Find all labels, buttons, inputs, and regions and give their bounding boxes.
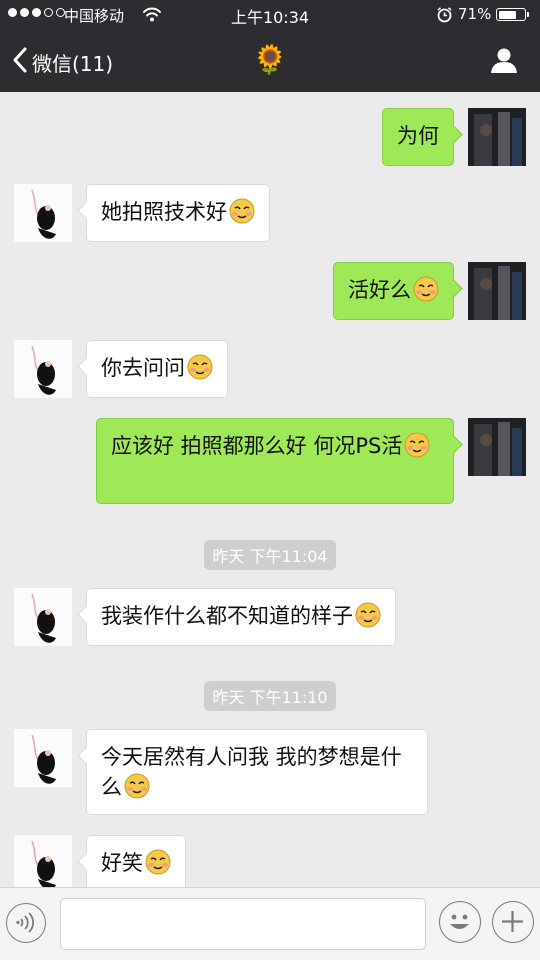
message-text: 你去问问 — [101, 356, 185, 380]
person-icon[interactable] — [490, 46, 518, 78]
message-text: 活好么 — [348, 278, 411, 302]
message-row: 她拍照技术好 — [0, 184, 540, 244]
shy-smile-emoji-icon — [355, 602, 381, 628]
message-text: 为何 — [397, 124, 439, 148]
shy-smile-emoji-icon — [145, 849, 171, 875]
input-bar — [0, 887, 540, 960]
message-text: 她拍照技术好 — [101, 200, 227, 224]
shy-smile-emoji-icon — [404, 432, 430, 458]
shy-smile-emoji-icon — [413, 276, 439, 302]
contact-avatar[interactable] — [14, 835, 72, 887]
contact-avatar[interactable] — [14, 340, 72, 398]
message-text: 我装作什么都不知道的样子 — [101, 604, 353, 628]
my-avatar[interactable] — [468, 262, 526, 320]
battery-nub — [527, 12, 529, 17]
timestamp-label: 昨天 下午11:04 — [204, 540, 336, 570]
contact-avatar[interactable] — [14, 729, 72, 787]
contact-avatar[interactable] — [14, 588, 72, 646]
battery-fill — [498, 10, 516, 19]
emoji-icon[interactable] — [439, 901, 481, 943]
incoming-bubble[interactable]: 我装作什么都不知道的样子 — [86, 588, 396, 646]
incoming-bubble[interactable]: 她拍照技术好 — [86, 184, 270, 242]
incoming-bubble[interactable]: 今天居然有人问我 我的梦想是什么 — [86, 729, 428, 815]
voice-icon[interactable] — [6, 903, 46, 943]
incoming-bubble[interactable]: 好笑 — [86, 835, 186, 887]
shy-smile-emoji-icon — [187, 354, 213, 380]
message-row: 你去问问 — [0, 340, 540, 400]
message-text: 好笑 — [101, 851, 143, 875]
alarm-clock-icon — [436, 6, 453, 27]
outgoing-bubble[interactable]: 应该好 拍照都那么好 何况PS活 — [96, 418, 454, 504]
chat-header: 微信(11) 🌻 — [0, 30, 540, 92]
outgoing-bubble[interactable]: 为何 — [382, 108, 454, 166]
message-row: 活好么 — [0, 262, 540, 322]
battery-percentage: 71% — [458, 5, 492, 23]
my-avatar[interactable] — [468, 108, 526, 166]
shy-smile-emoji-icon — [229, 198, 255, 224]
contact-avatar[interactable] — [14, 184, 72, 242]
my-avatar[interactable] — [468, 418, 526, 476]
incoming-bubble[interactable]: 你去问问 — [86, 340, 228, 398]
sunflower-icon: 🌻 — [252, 43, 288, 76]
timestamp-divider: 昨天 下午11:04 — [0, 540, 540, 570]
battery-icon — [496, 8, 529, 21]
plus-icon[interactable] — [492, 901, 534, 943]
status-bar: 中国移动 上午10:34 71% — [0, 0, 540, 30]
timestamp-divider: 昨天 下午11:10 — [0, 681, 540, 711]
message-row: 今天居然有人问我 我的梦想是什么 — [0, 729, 540, 817]
shy-smile-emoji-icon — [124, 773, 150, 799]
message-row: 为何 — [0, 108, 540, 168]
message-row: 好笑 — [0, 835, 540, 887]
message-list[interactable]: 为何 她拍照技术好 活好么 你去问问 应该好 拍照都那么好 何况PS活 昨天 下… — [0, 92, 540, 887]
message-row: 我装作什么都不知道的样子 — [0, 588, 540, 648]
message-row: 应该好 拍照都那么好 何况PS活 — [0, 418, 540, 506]
message-input[interactable] — [60, 898, 426, 950]
timestamp-label: 昨天 下午11:10 — [204, 681, 336, 711]
message-text: 应该好 拍照都那么好 何况PS活 — [111, 434, 403, 458]
outgoing-bubble[interactable]: 活好么 — [333, 262, 454, 320]
